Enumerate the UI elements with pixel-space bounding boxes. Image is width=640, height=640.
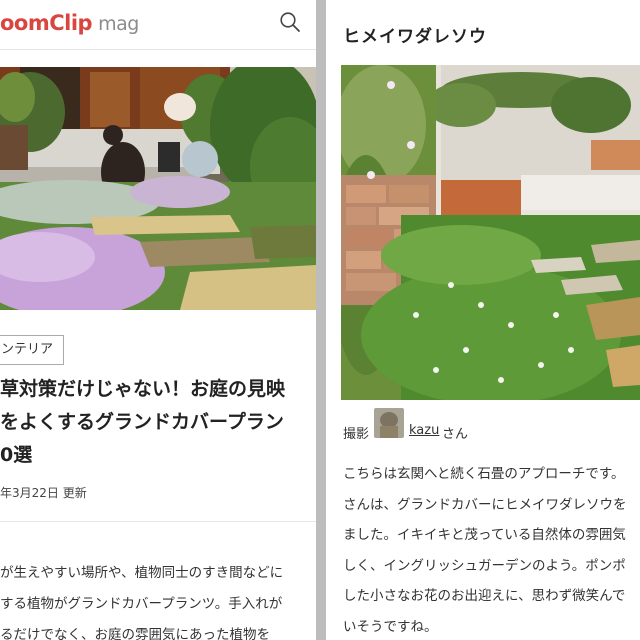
article-body-line: する植物がグランドカバープランツ。手入れが [0,596,283,612]
description-line: いそうですね。 [343,618,438,635]
article-title-line: をよくするグランドカバープラン [0,411,284,433]
plant-photo[interactable] [341,65,640,400]
description-line: した小さなお花のお出迎えに、思わず微笑んで [343,588,626,604]
roomclip-mag-logo[interactable]: oomClip mag [0,11,139,35]
description-line: さんは、グランドカバーにヒメイワダレソウを [343,496,627,513]
right-article-panel: ヒメイワダレソウ 撮影 kazu さん こちらは玄関へと続く石畳のアプローチです… [326,0,640,640]
credit-label: 撮影 [343,427,370,442]
logo-sub-text: mag [98,13,139,35]
plant-description-text: こちらは玄関へと続く石畳のアプローチです。 さんは、グランドカバーにヒメイワダレ… [343,459,640,640]
article-hero-image[interactable] [0,67,316,310]
article-title-line: 0選 [0,444,33,466]
section-divider [0,521,316,522]
category-tag[interactable]: ンテリア [0,335,65,365]
article-title-line: 草対策だけじゃない！お庭の見映 [0,378,286,400]
description-line: こちらは玄関へと続く石畳のアプローチです。 [343,466,625,482]
description-line: しく、イングリッシュガーデンのよう。ポンポ [343,557,626,574]
article-intro-text: が生えやすい場所や、植物同士のすき間などに する植物がグランドカバープランツ。手… [0,558,300,640]
credit-user-link[interactable]: kazu [409,423,439,438]
description-line: ました。イキイキと茂っている自然体の雰囲気 [343,527,626,543]
article-body-line: るだけでなく、お庭の雰囲気にあった植物を [0,627,270,640]
logo-main-text: oomClip [0,11,93,35]
article-body-line: が生えやすい場所や、植物同士のすき間などに [0,565,284,581]
credit-suffix: さん [442,427,469,442]
avatar[interactable] [374,408,404,438]
article-updated-date: 年3月22日 更新 [0,486,87,500]
plant-section-heading: ヒメイワダレソウ [343,27,487,47]
article-title[interactable]: 草対策だけじゃない！お庭の見映 をよくするグランドカバープラン 0選 [0,373,300,472]
left-article-panel: oomClip mag ンテリア 草対策だけじゃない！お庭の見映 をよくするグラ… [0,0,316,640]
app-header: oomClip mag [0,0,316,50]
search-icon[interactable] [279,11,301,33]
